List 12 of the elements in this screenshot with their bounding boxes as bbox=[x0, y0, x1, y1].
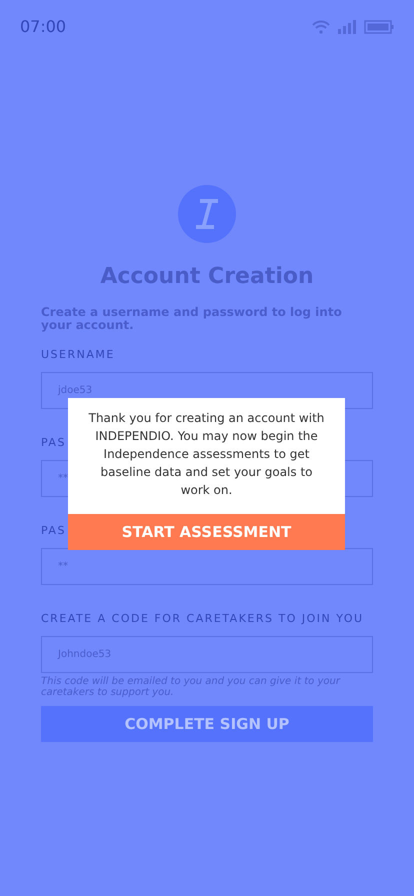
signal-icon bbox=[338, 20, 356, 34]
start-assessment-button[interactable]: START ASSESSMENT bbox=[68, 514, 345, 550]
field-label: CREATE A CODE FOR CARETAKERS TO JOIN YOU bbox=[41, 612, 364, 626]
field-label: PAS bbox=[41, 524, 66, 538]
status-time: 07:00 bbox=[20, 16, 66, 38]
field-label: USERNAME bbox=[41, 348, 115, 362]
modal-message: Thank you for creating an account with INDEPENDIO. You may now begin the Independence assessments to get baseline data and set your goals to work on. bbox=[88, 410, 326, 499]
logo-icon bbox=[178, 185, 236, 243]
complete-sign-up-button[interactable]: COMPLETE SIGN UP bbox=[41, 706, 373, 742]
battery-icon bbox=[364, 20, 394, 34]
wifi-icon bbox=[312, 20, 330, 34]
field-label: PAS bbox=[41, 436, 66, 450]
